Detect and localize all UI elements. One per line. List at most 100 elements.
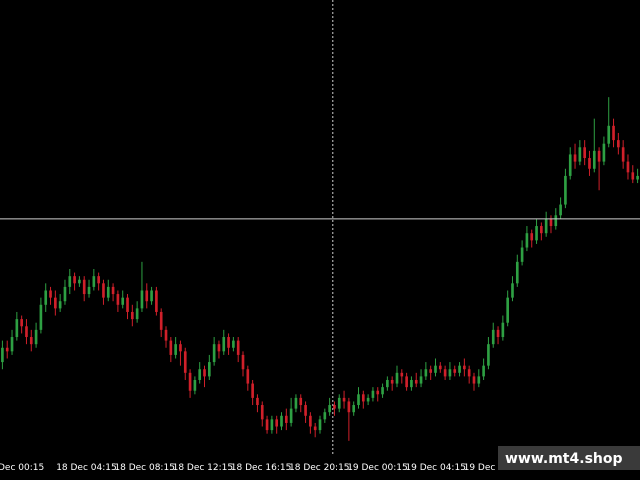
candle-body <box>217 344 221 352</box>
candlestick-chart[interactable]: Dec 00:15 18 Dec 04:1518 Dec 08:1518 Dec … <box>0 0 640 480</box>
candle-body <box>29 337 33 345</box>
candle-body <box>140 290 144 309</box>
candle-body <box>333 405 336 409</box>
candle-body <box>535 226 538 241</box>
candle-body <box>5 347 9 352</box>
candle-body <box>20 319 23 327</box>
candle-body <box>424 369 428 377</box>
candle-body <box>337 397 341 409</box>
candle-body <box>241 354 245 370</box>
candle-body <box>280 415 283 427</box>
candle-body <box>58 301 62 309</box>
candle-body <box>463 365 466 370</box>
candle-body <box>294 397 298 409</box>
candle-body <box>414 379 418 384</box>
candle-body <box>270 419 274 431</box>
candle-body <box>39 304 43 330</box>
candle-body <box>78 279 81 284</box>
candle-body <box>227 337 230 348</box>
candle-body <box>419 376 423 384</box>
candle-body <box>511 283 514 298</box>
candle-body <box>313 426 317 431</box>
x-tick-label: 19 Dec 00:15 <box>347 463 408 473</box>
candle-body <box>564 175 567 205</box>
candle-body <box>164 329 168 341</box>
candle-body <box>121 297 125 305</box>
candle-body <box>251 383 254 398</box>
candle-body <box>97 276 100 284</box>
candle-body <box>68 276 72 287</box>
candle-body <box>390 379 394 384</box>
candle-body <box>559 204 562 216</box>
candle-body <box>15 319 19 338</box>
candle-body <box>636 175 639 180</box>
candle-body <box>554 215 558 227</box>
candle-body <box>578 147 582 162</box>
candle-body <box>111 286 115 295</box>
x-tick-label: 19 Dec 04:15 <box>405 463 466 473</box>
candle-body <box>44 290 48 305</box>
candle-body <box>612 125 615 141</box>
candle-body <box>583 147 586 159</box>
candle-body <box>82 279 86 295</box>
candle-body <box>525 233 529 248</box>
x-tick-label: Dec 00:15 <box>0 463 44 473</box>
candle-body <box>515 261 519 284</box>
candle-body <box>126 297 129 312</box>
candle-body <box>496 329 500 338</box>
candle-body <box>309 415 312 427</box>
candle-body <box>573 154 577 162</box>
candle-body <box>54 297 57 309</box>
candle-body <box>284 415 288 423</box>
candle-body <box>159 311 163 330</box>
x-tick-label: 18 Dec 08:15 <box>114 463 175 473</box>
candle-body <box>381 387 384 395</box>
candle-body <box>318 419 322 431</box>
candle-body <box>588 158 591 169</box>
candle-body <box>438 365 442 370</box>
price-chart[interactable]: Dec 00:15 18 Dec 04:15 18 Dec 08:15 18 Dec … <box>0 0 640 480</box>
candle-body <box>265 419 269 431</box>
candle-body <box>549 218 553 227</box>
candle-body <box>299 397 303 406</box>
candle-body <box>410 379 413 388</box>
candle-body <box>289 408 293 423</box>
candle-body <box>1 347 4 363</box>
candle-body <box>592 150 596 169</box>
candle-body <box>155 290 158 312</box>
candle-body <box>73 276 76 284</box>
candle-body <box>92 276 96 287</box>
candle-body <box>183 351 187 373</box>
candle-body <box>256 397 259 406</box>
candle-body <box>491 329 495 345</box>
candle-body <box>232 340 235 348</box>
candle-body <box>544 218 548 234</box>
candle-body <box>395 372 399 384</box>
candle-body <box>357 394 360 406</box>
candle-body <box>342 397 346 402</box>
candle-body <box>203 369 206 377</box>
candle-body <box>304 405 307 416</box>
candle-body <box>400 372 404 377</box>
candle-body <box>621 147 625 162</box>
candle-body <box>323 412 327 420</box>
candle-body <box>443 369 447 377</box>
candle-body <box>626 161 630 173</box>
candle-body <box>448 369 452 377</box>
candle-body <box>260 405 264 420</box>
candle-body <box>371 390 375 398</box>
candle-body <box>25 326 28 338</box>
candle-body <box>482 365 485 377</box>
watermark-text: www.mt4.shop <box>505 451 623 467</box>
candle-body <box>150 290 153 302</box>
candle-body <box>34 329 38 345</box>
candle-body <box>352 405 356 413</box>
candle-body <box>63 286 67 302</box>
candle-body <box>453 369 457 373</box>
candle-body <box>236 340 240 355</box>
candle-body <box>530 233 534 241</box>
candle-body <box>472 376 476 384</box>
candle-body <box>434 365 437 373</box>
candle-body <box>328 405 331 413</box>
candle-body <box>366 397 370 402</box>
